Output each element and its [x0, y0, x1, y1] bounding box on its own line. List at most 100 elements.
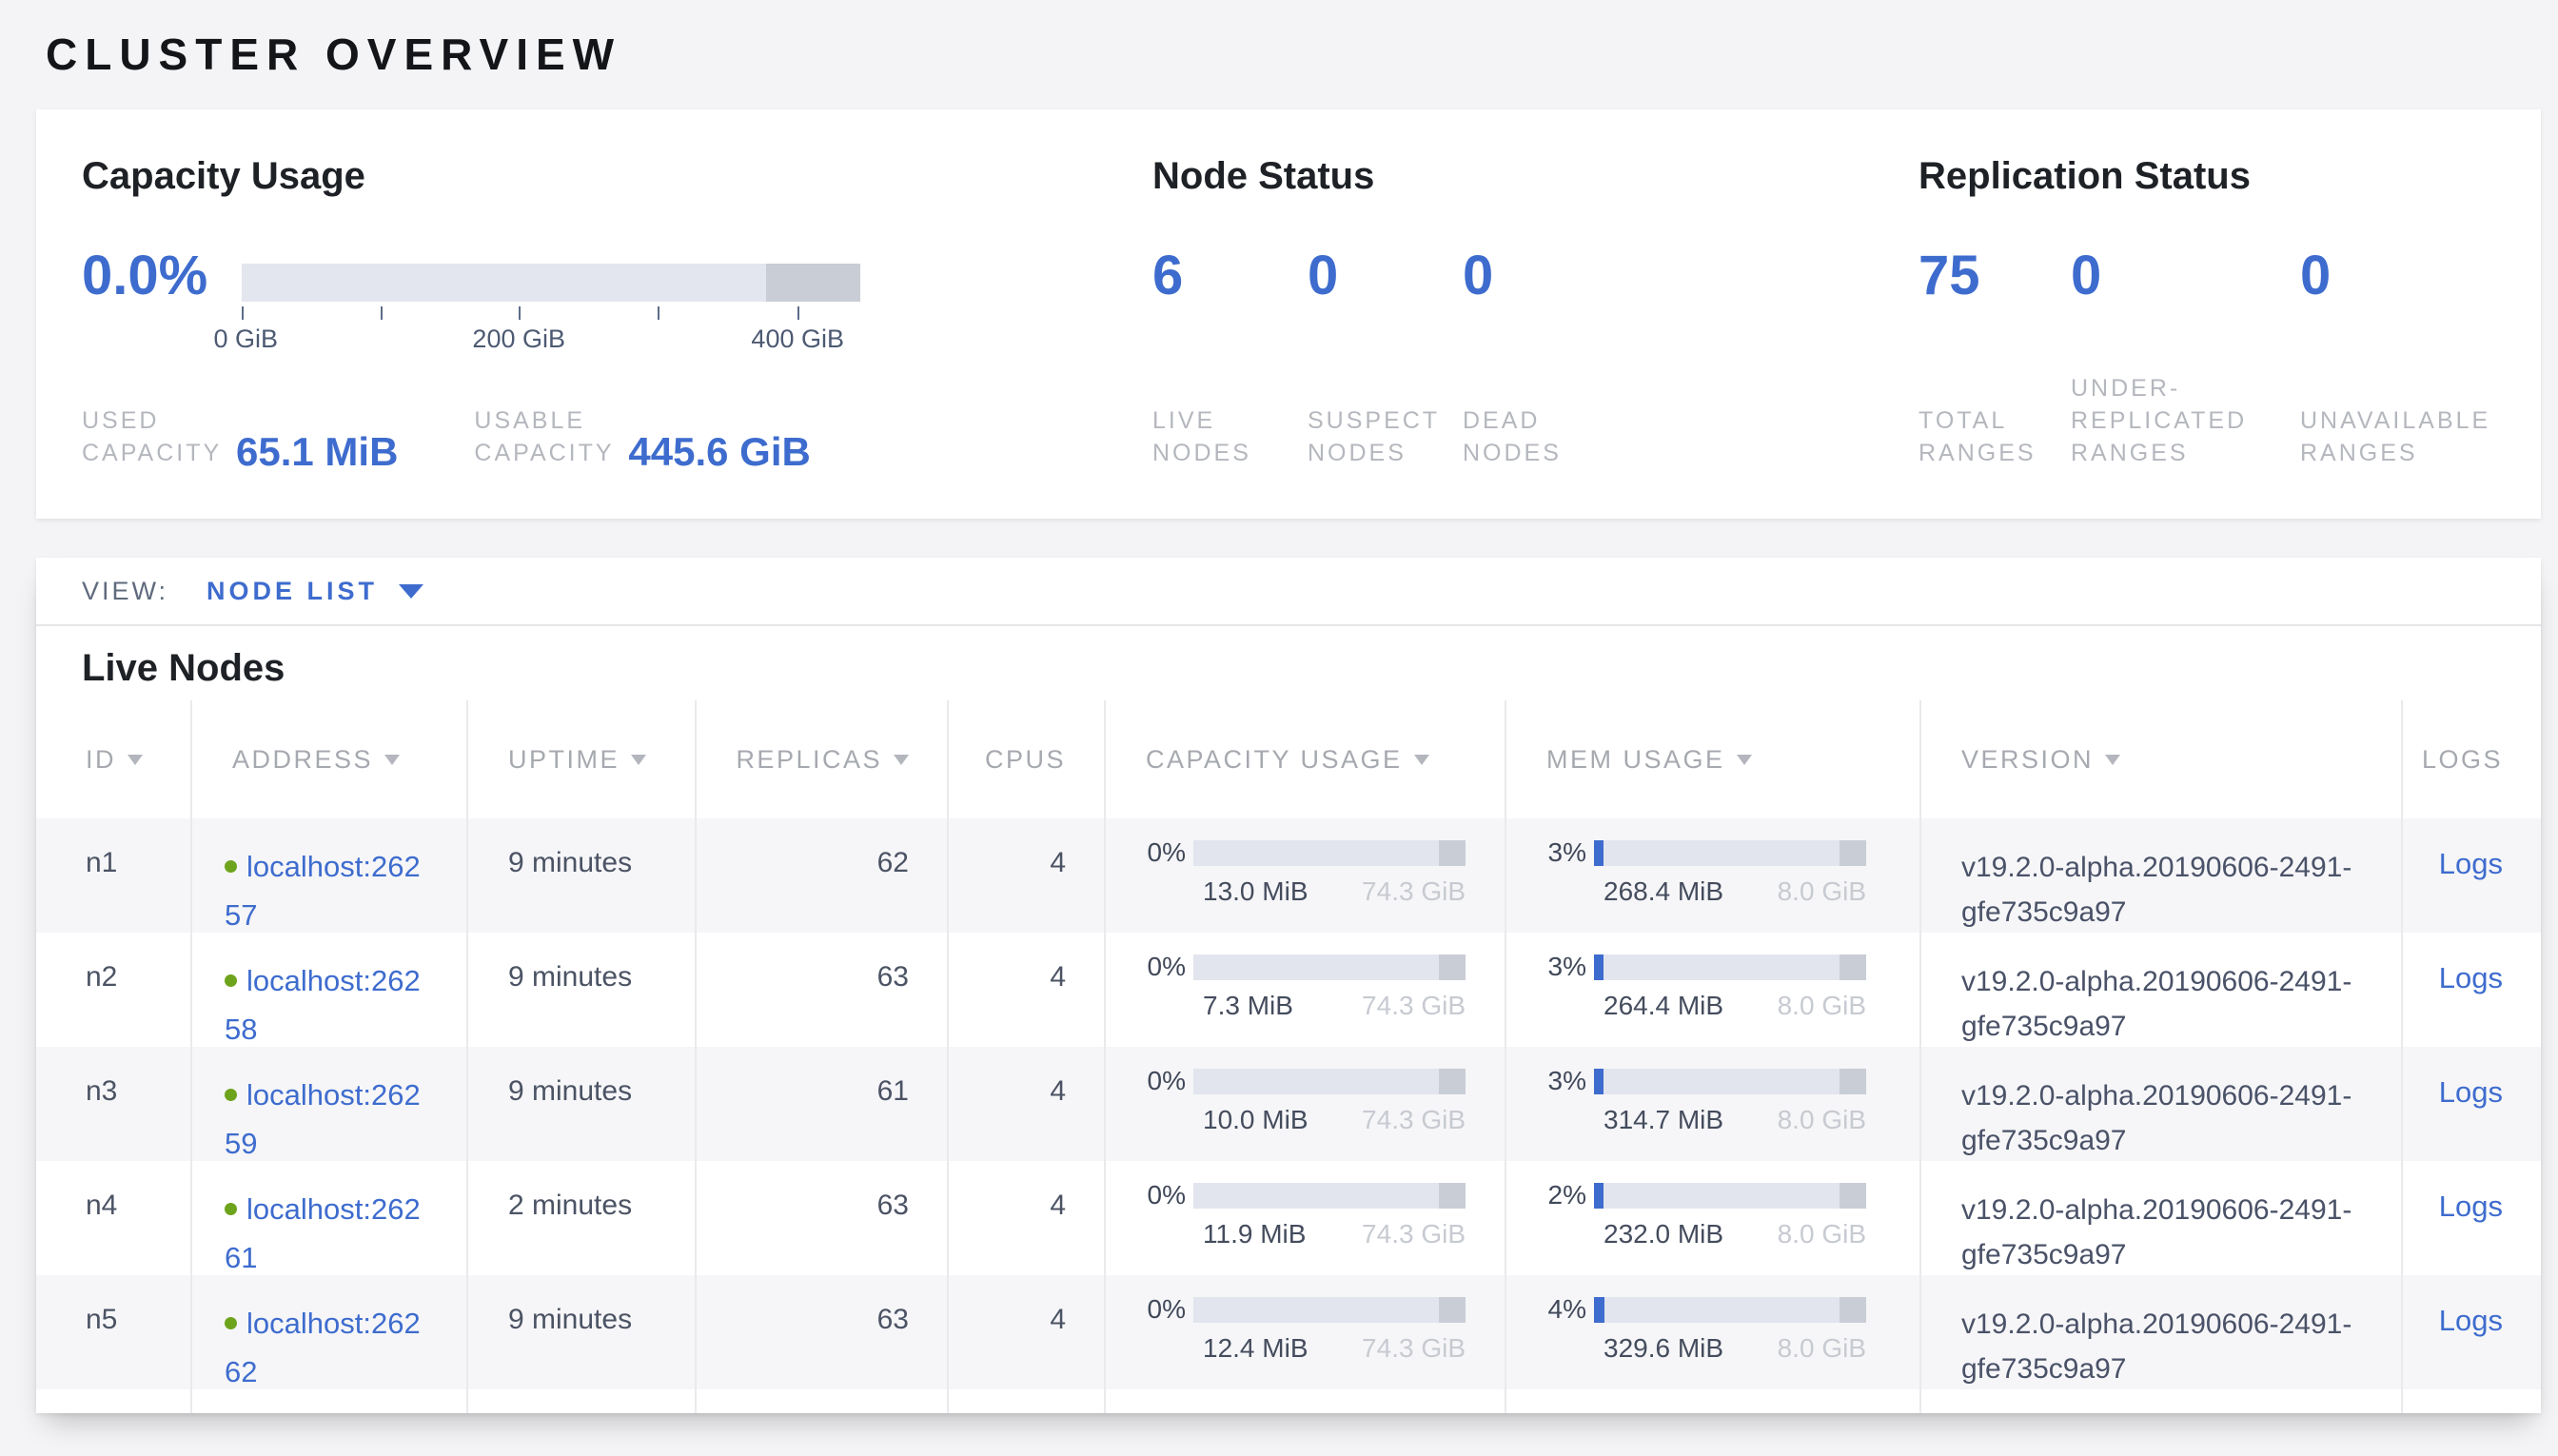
version-text: v19.2.0-alpha.20190606-2491-gfe735c9a97 — [1961, 1188, 2380, 1275]
node-row-partial — [36, 1389, 2541, 1413]
address-link[interactable]: localhost:26258 — [225, 964, 421, 1046]
cell-cpus: 4 — [947, 933, 1104, 1047]
usage-used-value: 329.6 MiB — [1594, 1333, 1723, 1364]
cell-uptime: 9 minutes — [466, 1047, 695, 1161]
usage-percent-label: 0% — [1144, 1180, 1186, 1210]
cell-logs: Logs — [2401, 818, 2541, 933]
cell-id: n3 — [36, 1047, 190, 1161]
usage-total-value: 8.0 GiB — [1778, 991, 1866, 1021]
unavailable-ranges-label: UNAVAILABLE RANGES — [2300, 404, 2528, 469]
usage-used-value: 13.0 MiB — [1193, 876, 1309, 907]
node-row: n3localhost:262599 minutes6140%10.0 MiB7… — [36, 1047, 2541, 1161]
memory-usage-meter: 3%264.4 MiB8.0 GiB — [1545, 952, 1919, 1021]
logs-link[interactable]: Logs — [2439, 961, 2503, 994]
column-header-label: MEM USAGE — [1546, 745, 1725, 775]
capacity-gauge: 0 GiB 200 GiB 400 GiB — [242, 264, 860, 357]
axis-tick-label: 400 GiB — [751, 325, 844, 354]
cell-cpus — [947, 1389, 1104, 1413]
column-header-version[interactable]: VERSION — [1919, 700, 2401, 818]
unavailable-ranges-stat: 0 UNAVAILABLE RANGES — [2300, 248, 2557, 519]
cell-cpus: 4 — [947, 1161, 1104, 1275]
cell-logs: Logs — [2401, 1275, 2541, 1389]
address-link[interactable]: localhost:26261 — [225, 1192, 421, 1274]
memory-usage-meter: 3%314.7 MiB8.0 GiB — [1545, 1066, 1919, 1135]
cell-uptime: 2 minutes — [466, 1161, 695, 1275]
cell-mem: 4%329.6 MiB8.0 GiB — [1505, 1275, 1919, 1389]
usage-bar-reserved-segment — [1840, 1069, 1866, 1094]
column-header-uptime[interactable]: UPTIME — [466, 700, 695, 818]
view-dropdown[interactable]: NODE LIST — [207, 577, 423, 606]
version-text: v19.2.0-alpha.20190606-2491-gfe735c9a97 — [1961, 1302, 2380, 1389]
usage-bar-track — [1594, 954, 1866, 980]
usage-total-value: 8.0 GiB — [1778, 876, 1866, 907]
capacity-usage-meter: 0%11.9 MiB74.3 GiB — [1144, 1180, 1505, 1249]
used-capacity-stat: USED CAPACITY 65.1 MiB — [82, 404, 398, 469]
table-header-row: IDADDRESSUPTIMEREPLICASCPUSCAPACITY USAG… — [36, 700, 2541, 818]
node-list-card: VIEW: NODE LIST Live Nodes IDADDRESSUPTI… — [36, 558, 2541, 1413]
memory-usage-meter: 2%232.0 MiB8.0 GiB — [1545, 1180, 1919, 1249]
tick-mark — [519, 306, 521, 320]
cell-capacity: 0%12.4 MiB74.3 GiB — [1104, 1275, 1505, 1389]
column-header-capacity[interactable]: CAPACITY USAGE — [1104, 700, 1505, 818]
logs-link[interactable]: Logs — [2439, 1190, 2503, 1223]
usage-total-value: 8.0 GiB — [1778, 1219, 1866, 1249]
address-link[interactable]: localhost:26262 — [225, 1307, 421, 1388]
usable-capacity-value: 445.6 GiB — [628, 435, 810, 469]
column-header-address[interactable]: ADDRESS — [190, 700, 466, 818]
column-header-label: REPLICAS — [736, 745, 882, 775]
node-status-stats: 6 LIVE NODES 0 SUSPECT NODES 0 DEAD NODE… — [1152, 248, 1918, 519]
axis-tick-label: 0 GiB — [213, 325, 278, 354]
dead-nodes-stat: 0 DEAD NODES — [1463, 248, 1653, 519]
total-ranges-label: TOTAL RANGES — [1918, 404, 2073, 469]
chevron-down-icon — [399, 584, 423, 599]
under-replicated-ranges-stat: 0 UNDER-REPLICATED RANGES — [2071, 248, 2300, 519]
column-header-id[interactable]: ID — [36, 700, 190, 818]
usable-capacity-label: USABLE CAPACITY — [474, 404, 628, 469]
usable-capacity-stat: USABLE CAPACITY 445.6 GiB — [474, 404, 810, 469]
usage-bar-track — [1193, 840, 1466, 866]
dead-nodes-label: DEAD NODES — [1463, 404, 1617, 469]
logs-link[interactable]: Logs — [2439, 1304, 2503, 1337]
usage-total-value: 74.3 GiB — [1362, 991, 1466, 1021]
logs-link[interactable]: Logs — [2439, 847, 2503, 880]
capacity-percent-value: 0.0% — [82, 248, 207, 357]
capacity-gauge-axis-labels: 0 GiB 200 GiB 400 GiB — [242, 325, 860, 357]
cell-version: v19.2.0-alpha.20190606-2491-gfe735c9a97 — [1919, 1161, 2401, 1275]
cell-address: localhost:26261 — [190, 1161, 466, 1275]
cell-address — [190, 1389, 466, 1413]
usage-bar-track — [1193, 954, 1466, 980]
usage-bar-reserved-segment — [1439, 1297, 1466, 1323]
capacity-gauge-row: 0.0% 0 GiB 200 GiB 400 GiB — [82, 248, 1152, 357]
logs-link[interactable]: Logs — [2439, 1075, 2503, 1109]
cell-cpus: 4 — [947, 1047, 1104, 1161]
usage-used-value: 11.9 MiB — [1193, 1219, 1306, 1249]
usage-used-value: 232.0 MiB — [1594, 1219, 1723, 1249]
usage-bar-track — [1594, 1069, 1866, 1094]
replication-status-heading: Replication Status — [1918, 153, 2557, 199]
capacity-gauge-ticks — [242, 306, 860, 322]
page-title: CLUSTER OVERVIEW — [46, 29, 2558, 80]
usage-percent-label: 4% — [1545, 1294, 1586, 1325]
suspect-nodes-value: 0 — [1308, 248, 1444, 304]
cell-id — [36, 1389, 190, 1413]
unavailable-ranges-value: 0 — [2300, 248, 2538, 304]
usage-used-value: 264.4 MiB — [1594, 991, 1723, 1021]
cell-cpus: 4 — [947, 1275, 1104, 1389]
usage-percent-label: 0% — [1144, 1294, 1186, 1325]
capacity-usage-meter: 0%13.0 MiB74.3 GiB — [1144, 837, 1505, 907]
usage-used-value: 10.0 MiB — [1193, 1105, 1309, 1135]
column-header-label: CAPACITY USAGE — [1146, 745, 1403, 775]
usage-total-value: 74.3 GiB — [1362, 1333, 1466, 1364]
cell-logs: Logs — [2401, 1047, 2541, 1161]
total-ranges-value: 75 — [1918, 248, 2052, 304]
address-link[interactable]: localhost:26257 — [225, 850, 421, 932]
cell-mem: 3%314.7 MiB8.0 GiB — [1505, 1047, 1919, 1161]
cell-capacity: 0%11.9 MiB74.3 GiB — [1104, 1161, 1505, 1275]
node-status-dot — [225, 974, 237, 987]
cell-replicas — [695, 1389, 947, 1413]
view-bar: VIEW: NODE LIST — [36, 558, 2541, 626]
address-link[interactable]: localhost:26259 — [225, 1078, 421, 1160]
capacity-usage-meter: 0%7.3 MiB74.3 GiB — [1144, 952, 1505, 1021]
column-header-replicas[interactable]: REPLICAS — [695, 700, 947, 818]
column-header-mem[interactable]: MEM USAGE — [1505, 700, 1919, 818]
